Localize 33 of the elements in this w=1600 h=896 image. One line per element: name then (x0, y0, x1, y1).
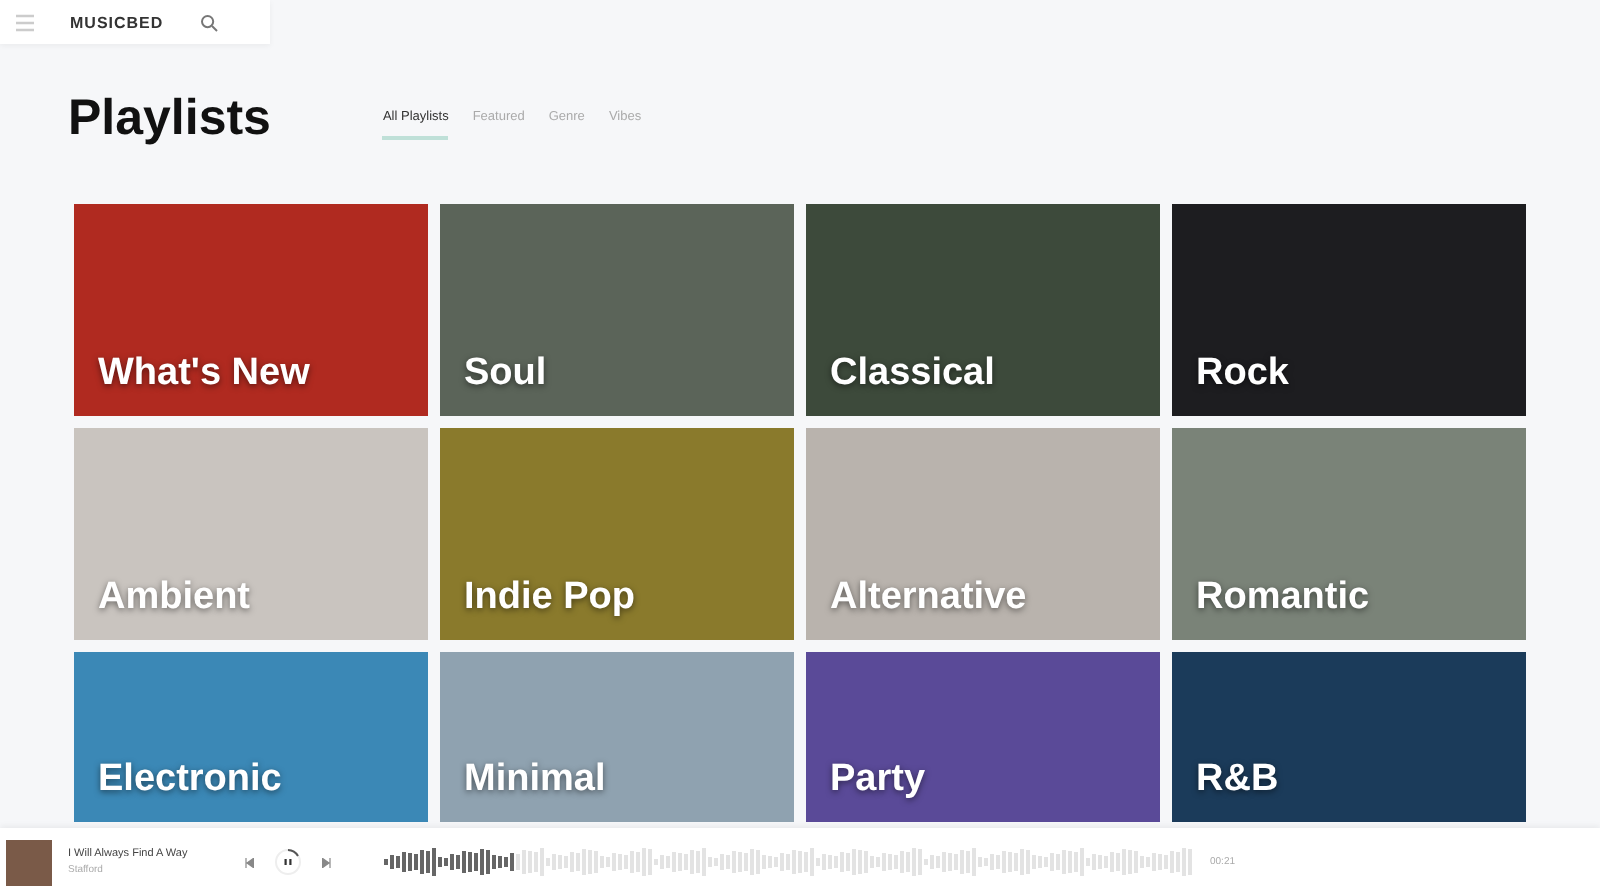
playlist-title: Indie Pop (464, 576, 635, 620)
playlist-title: Romantic (1196, 576, 1370, 620)
playlist-tile[interactable]: Indie Pop (440, 428, 794, 640)
play-pause-button[interactable] (274, 848, 302, 876)
pause-icon (274, 848, 302, 876)
playlist-title: Electronic (98, 758, 282, 802)
playlist-title: What's New (98, 352, 310, 396)
playlist-title: Ambient (98, 576, 250, 620)
page-title: Playlists (68, 90, 271, 148)
album-art-placeholder (6, 839, 52, 885)
playlist-title: Alternative (830, 576, 1027, 620)
waveform-track[interactable] (384, 848, 1194, 876)
playlist-title: Soul (464, 352, 547, 396)
playlist-title: Minimal (464, 758, 606, 802)
playlist-tile[interactable]: Romantic (1172, 428, 1526, 640)
playlist-tile[interactable]: Classical (806, 204, 1160, 416)
playlist-tile[interactable]: R&B (1172, 652, 1526, 822)
playlist-tile[interactable]: Rock (1172, 204, 1526, 416)
playlist-tile[interactable]: Party (806, 652, 1160, 822)
playlist-title: Rock (1196, 352, 1289, 396)
previous-button[interactable] (244, 857, 254, 867)
previous-icon (244, 857, 254, 867)
playlist-title: Party (830, 758, 926, 802)
logo[interactable]: MUSICBED (70, 13, 164, 31)
playlist-tile[interactable]: Electronic (74, 652, 428, 822)
next-button[interactable] (322, 857, 332, 867)
playlist-tile[interactable]: What's New (74, 204, 428, 416)
next-icon (322, 857, 332, 867)
playlist-tile[interactable]: Minimal (440, 652, 794, 822)
playlist-tile[interactable]: Soul (440, 204, 794, 416)
playlist-title: R&B (1196, 758, 1279, 802)
search-icon[interactable] (199, 13, 218, 31)
playlist-title: Classical (830, 352, 995, 396)
